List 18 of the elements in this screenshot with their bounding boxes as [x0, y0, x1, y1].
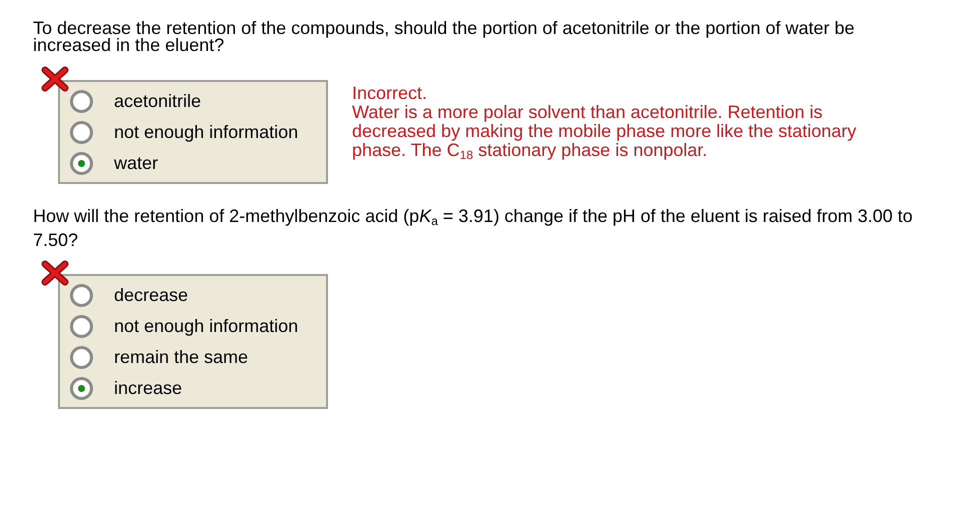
radio-button[interactable] — [70, 346, 93, 368]
option-label: not enough information — [114, 316, 298, 336]
option-label: increase — [114, 378, 182, 398]
radio-button[interactable] — [70, 120, 93, 144]
option-label: remain the same — [114, 346, 248, 368]
feedback-title: Incorrect. — [352, 84, 428, 103]
radio-button[interactable] — [70, 90, 93, 112]
question-text: How will the retention of 2-methylbenzoic acid (pK$_{a}$ = 3.91) change if the pH of the eluent is raised from 3.00 to 7.50? — [33, 205, 913, 252]
option-label: decrease — [114, 284, 188, 306]
radio-button[interactable] — [70, 314, 93, 338]
option-label: water — [114, 152, 158, 174]
radio-button[interactable] — [70, 376, 93, 400]
feedback-text: Water is a more polar solvent than acetonitrile. Retention is decreased by making the mobile phase more like the stationary phase. The C$_{18}$ stationary phase is nonpolar. — [352, 103, 858, 160]
radio-button[interactable] — [70, 152, 93, 174]
option-label: not enough information — [114, 122, 298, 142]
question-text: To decrease the retention of the compounds, should the portion of acetonitrile or the portion of water be increased in the eluent? — [33, 20, 856, 54]
radio-button[interactable] — [70, 284, 93, 306]
option-label: acetonitrile — [114, 90, 202, 112]
